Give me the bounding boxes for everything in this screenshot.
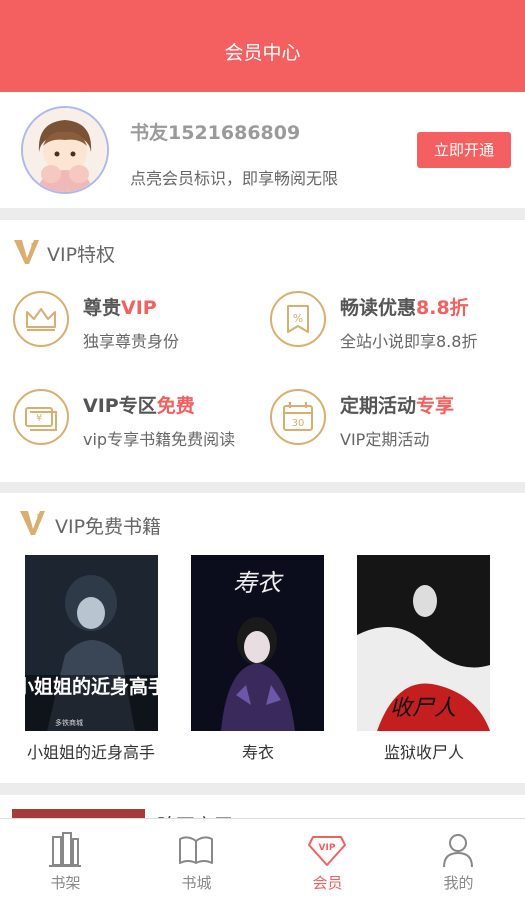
- section-title: VIP特权: [47, 244, 116, 266]
- open-book-icon: [179, 836, 213, 864]
- top-bar: 会员中心: [0, 0, 525, 92]
- page-title: 会员中心: [224, 42, 301, 64]
- privilege-subtitle: 独享尊贵身份: [83, 332, 180, 351]
- tab-member[interactable]: VIP 会员: [262, 819, 393, 900]
- privilege-item[interactable]: 尊贵VIP 独享尊贵身份: [12, 290, 262, 354]
- vip-logo-icon: P: [20, 511, 45, 535]
- privilege-subtitle: VIP定期活动: [340, 430, 430, 449]
- user-icon: [443, 834, 473, 868]
- book-cover[interactable]: 收尸人: [357, 555, 490, 731]
- book-cover-title: 收尸人: [390, 696, 456, 721]
- user-name: 书友1521686809: [130, 122, 301, 144]
- open-vip-button[interactable]: 立即开通: [417, 132, 511, 168]
- svg-text:¥: ¥: [36, 413, 42, 424]
- tab-label: 会员: [312, 874, 343, 892]
- svg-text:30: 30: [292, 418, 305, 429]
- calendar-icon: 30: [270, 389, 326, 445]
- book-title: 寿衣: [241, 743, 274, 762]
- section-title: VIP免费书籍: [55, 516, 162, 538]
- vip-logo-icon: P: [14, 240, 39, 264]
- book-cover-title: 寿衣: [233, 569, 284, 597]
- privilege-item[interactable]: 30 定期活动专享 VIP定期活动: [269, 388, 519, 452]
- book-title: 监狱收尸人: [383, 743, 464, 762]
- tab-label: 我的: [443, 874, 474, 892]
- privilege-highlight: 专享: [416, 395, 455, 417]
- book-cover-title: 小姐姐的近身高手: [25, 675, 158, 698]
- crown-icon: [13, 291, 69, 347]
- privilege-title: 畅读优惠: [340, 297, 417, 319]
- privilege-item[interactable]: ¥ VIP专区免费 vip专享书籍免费阅读: [12, 388, 262, 452]
- vip-diamond-icon: VIP: [308, 836, 346, 866]
- privilege-highlight: 8.8折: [416, 297, 469, 319]
- privilege-item[interactable]: % 畅读优惠8.8折 全站小说即享8.8折: [269, 290, 519, 354]
- svg-text:P: P: [29, 243, 37, 253]
- ticket-icon: ¥: [13, 389, 69, 445]
- privilege-highlight: 免费: [156, 395, 195, 417]
- privilege-title: 定期活动: [340, 395, 417, 417]
- tab-mine[interactable]: 我的: [393, 819, 524, 900]
- vip-privileges-section: P VIP特权 尊贵VIP 独享尊贵身份 % 畅读优惠8.8折 全站小说即享8.…: [0, 220, 525, 482]
- user-subtitle: 点亮会员标识，即享畅阅无限: [130, 169, 339, 188]
- bottom-tab-bar: 书架 书城 VIP 会员 我的: [0, 818, 525, 900]
- privilege-subtitle: 全站小说即享8.8折: [340, 332, 478, 351]
- svg-text:%: %: [293, 312, 303, 325]
- avatar[interactable]: [21, 106, 109, 194]
- vip-free-books-section: P VIP免费书籍 小姐姐的近身高手 多铁商城 小姐姐的近身高手 寿衣: [0, 493, 525, 783]
- book-cover[interactable]: 小姐姐的近身高手 多铁商城: [25, 555, 158, 731]
- svg-text:VIP: VIP: [319, 843, 336, 853]
- discount-tag-icon: %: [270, 291, 326, 347]
- privilege-subtitle: vip专享书籍免费阅读: [83, 430, 236, 449]
- book-cover[interactable]: 寿衣: [191, 555, 324, 731]
- user-card: 书友1521686809 点亮会员标识，即享畅阅无限 立即开通: [0, 92, 525, 208]
- book-cover-author: 多铁商城: [55, 718, 83, 727]
- privilege-title: 尊贵: [83, 297, 122, 319]
- tab-bookshelf[interactable]: 书架: [0, 819, 131, 900]
- book-title: 小姐姐的近身高手: [26, 743, 155, 762]
- tab-label: 书城: [181, 874, 212, 892]
- svg-text:P: P: [35, 514, 43, 524]
- bookshelf-icon: [49, 832, 81, 867]
- tab-label: 书架: [50, 874, 81, 892]
- privilege-highlight: VIP: [121, 297, 157, 319]
- tab-bookstore[interactable]: 书城: [131, 819, 262, 900]
- privilege-title: VIP专区: [83, 395, 157, 417]
